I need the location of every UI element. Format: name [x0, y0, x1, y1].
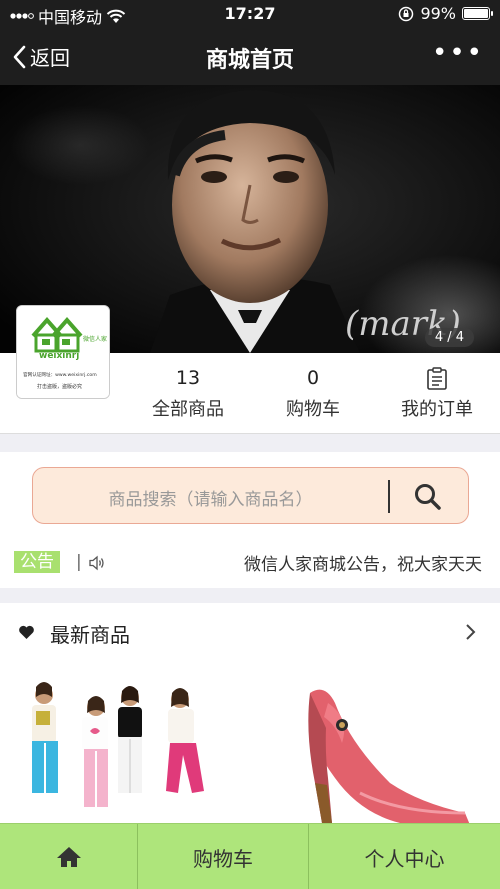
cart-label: 购物车 [286, 399, 340, 420]
speaker-icon [89, 555, 104, 571]
cart-count: 0 [306, 367, 320, 389]
battery-icon [462, 7, 493, 20]
my-orders-stat[interactable]: 我的订单 [382, 353, 492, 433]
tab-home[interactable] [0, 824, 138, 889]
search-input[interactable]: 商品搜索（请输入商品名） [32, 467, 469, 524]
tab-profile[interactable]: 个人中心 [309, 824, 500, 889]
battery-percent: 99% [420, 4, 456, 23]
home-icon [56, 847, 81, 867]
tab-cart[interactable]: 购物车 [138, 824, 309, 889]
store-logo-image: 微信人家 weixinrj 官网认证网址：www.weixinrj.com 打击… [17, 306, 109, 398]
logo-line2: 打击盗版，盗版必究 [37, 383, 82, 390]
product-image-jeans [32, 682, 204, 807]
store-logo: 微信人家 weixinrj 官网认证网址：www.weixinrj.com 打击… [16, 305, 110, 399]
product-card-jeans[interactable] [20, 673, 220, 833]
notice-marquee: 微信人家商城公告，祝大家天天 [116, 548, 500, 580]
orientation-lock-icon [399, 6, 414, 21]
all-products-count: 13 [175, 367, 201, 389]
logo-line1: 官网认证网址：www.weixinrj.com [23, 371, 97, 378]
notice-badge: 公告 [14, 551, 60, 573]
product-card-heels[interactable] [280, 673, 480, 833]
notice-text: 微信人家商城公告，祝大家天天 [244, 555, 482, 575]
all-products-stat[interactable]: 13 全部商品 [133, 353, 243, 433]
page-title: 商城首页 [205, 48, 294, 73]
my-orders-label: 我的订单 [401, 399, 473, 420]
search-placeholder: 商品搜索（请输入商品名） [108, 490, 313, 510]
orders-icon [382, 367, 492, 391]
logo-brand-en: weixinrj [39, 351, 79, 361]
chevron-right-icon [466, 624, 476, 640]
search-section: 商品搜索（请输入商品名） 公告 | 微信人家商城公告，祝大家天天 [0, 452, 500, 588]
notice-separator: | [76, 552, 82, 572]
new-products-section: 最新商品 [0, 603, 500, 833]
cart-stat[interactable]: 0 购物车 [258, 353, 368, 433]
new-products-header[interactable]: 最新商品 [0, 603, 500, 661]
logo-brand-cn: 微信人家 [83, 335, 107, 343]
search-button[interactable] [413, 482, 453, 512]
status-bar: 中国移动 17:27 99% [0, 0, 500, 28]
bottom-tab-bar: 购物车 个人中心 [0, 823, 500, 889]
search-icon [415, 484, 441, 510]
all-products-label: 全部商品 [152, 399, 224, 420]
product-image-heels [308, 689, 470, 828]
battery-level [464, 9, 488, 18]
more-menu-button[interactable]: ••• [432, 40, 484, 66]
search-divider [388, 480, 390, 513]
nav-bar: 返回 商城首页 ••• [0, 28, 500, 85]
notice-bar[interactable]: 公告 | 微信人家商城公告，祝大家天天 [0, 548, 500, 580]
new-products-title: 最新商品 [50, 623, 130, 647]
heart-icon [19, 625, 34, 639]
status-right: 99% [398, 4, 493, 23]
banner-page-indicator: 4 / 4 [424, 328, 474, 347]
